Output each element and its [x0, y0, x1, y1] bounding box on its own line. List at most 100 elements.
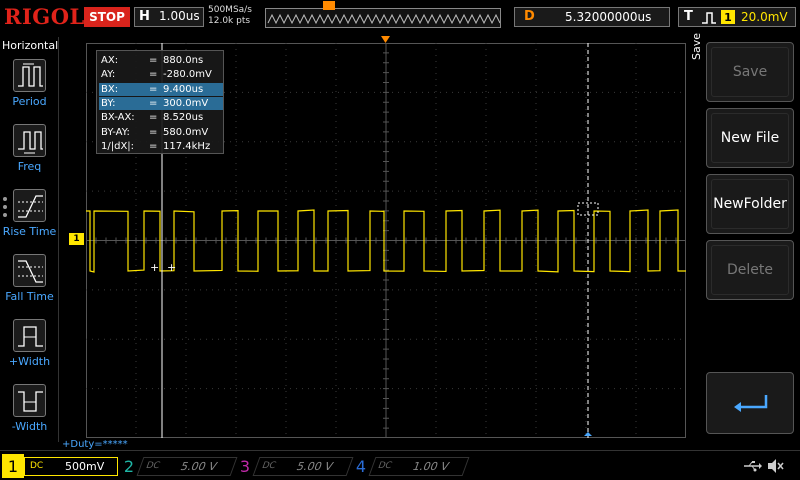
channel-coupling: DC: [144, 461, 161, 471]
channel-coupling: DC: [260, 461, 277, 471]
delay-value: 5.32000000us: [565, 10, 651, 24]
cursor-name: BX-AX:: [101, 111, 135, 124]
cursor-equals: =: [149, 140, 157, 153]
neg-width-icon: [13, 384, 46, 417]
measure-period-button[interactable]: Period: [0, 59, 59, 119]
channel-settings: DC 500mV: [24, 457, 118, 476]
menu-title: Save: [690, 33, 703, 60]
cursor-a-cross: +: [167, 261, 176, 274]
memory-waveform: [266, 9, 501, 28]
cursor-row: AX: = 880.0ns: [99, 54, 223, 67]
channel-settings: DC 5.00 V: [137, 457, 238, 476]
speaker-muted-icon[interactable]: [766, 458, 784, 474]
measure-neg-width-button[interactable]: -Width: [0, 384, 59, 444]
rigol-logo: RIGOL: [4, 4, 85, 29]
channel-scale: 1.00 V: [411, 460, 451, 473]
cursor-value: 117.4kHz: [163, 140, 210, 153]
enter-button[interactable]: [706, 372, 794, 434]
run-stop-indicator[interactable]: STOP: [84, 7, 130, 27]
channel-settings: DC 1.00 V: [369, 457, 470, 476]
save-button[interactable]: Save: [706, 42, 794, 102]
cursor-equals: =: [149, 83, 157, 96]
cursor-row: 1/|dX|: = 117.4kHz: [99, 140, 223, 153]
channel-1-selector[interactable]: 1 DC 500mV: [2, 454, 118, 478]
measure-freq-button[interactable]: Freq: [0, 124, 59, 184]
trigger-time-marker: [381, 36, 390, 43]
cursor-b-marker: [584, 432, 592, 436]
timebase-box[interactable]: H 1.00us: [134, 7, 204, 27]
horizontal-letter: H: [139, 9, 150, 24]
channel-3-selector[interactable]: 3 DC 5.00 V: [234, 454, 350, 478]
cursor-equals: =: [149, 54, 157, 67]
cursor-equals: =: [149, 126, 157, 139]
freq-label: Freq: [0, 160, 59, 173]
new-folder-button[interactable]: NewFolder: [706, 174, 794, 234]
trigger-level: 20.0mV: [741, 10, 788, 24]
cursor-value: 300.0mV: [163, 97, 208, 110]
channel-scale: 5.00 V: [179, 460, 219, 473]
neg-width-label: -Width: [0, 420, 59, 433]
status-bar: RIGOL STOP H 1.00us 500MSa/s 12.0k pts D…: [0, 0, 800, 37]
rise-time-label: Rise Time: [0, 225, 59, 238]
measure-fall-time-button[interactable]: Fall Time: [0, 254, 59, 314]
delay-letter: D: [524, 9, 535, 24]
cursor-name: AX:: [101, 54, 118, 67]
fall-time-icon: [13, 254, 46, 287]
channel-settings: DC 5.00 V: [253, 457, 354, 476]
measure-menu: Horizontal Period Freq Rise Time Fall Ti…: [0, 37, 59, 442]
new-file-button[interactable]: New File: [706, 108, 794, 168]
cursor-row: BX: = 9.400us: [99, 83, 223, 96]
cursor-row: BX-AX: = 8.520us: [99, 111, 223, 124]
cursor-a-cross: +: [150, 261, 159, 274]
duty-measurement: +Duty=*****: [62, 439, 128, 450]
cursor-name: AY:: [101, 68, 115, 81]
cursor-name: BX:: [101, 83, 118, 96]
cursor-equals: =: [149, 68, 157, 81]
measure-rise-time-button[interactable]: Rise Time: [0, 189, 59, 249]
timebase-value: 1.00us: [159, 9, 200, 23]
enter-icon: [732, 393, 772, 415]
cursor-row: BY-AY: = 580.0mV: [99, 126, 223, 139]
cursor-row: AY: = -280.0mV: [99, 68, 223, 81]
delete-button[interactable]: Delete: [706, 240, 794, 300]
usb-icon: [742, 459, 762, 473]
cursor-name: BY:: [101, 97, 115, 110]
trigger-letter: T: [684, 9, 693, 24]
cursor-name: 1/|dX|:: [101, 140, 134, 153]
freq-icon: [13, 124, 46, 157]
ch1-offset-marker[interactable]: 1: [69, 233, 84, 245]
channel-scale: 500mV: [65, 460, 104, 473]
rising-edge-icon: [701, 11, 717, 25]
delay-box[interactable]: D 5.32000000us: [514, 7, 670, 27]
cursor-value: 8.520us: [163, 111, 203, 124]
cursor-value: -280.0mV: [163, 68, 212, 81]
cursor-equals: =: [149, 111, 157, 124]
memory-overview-bar: [265, 8, 501, 28]
channel-2-selector[interactable]: 2 DC 5.00 V: [118, 454, 234, 478]
channel-scale: 5.00 V: [295, 460, 335, 473]
fall-time-label: Fall Time: [0, 290, 59, 303]
measure-pos-width-button[interactable]: +Width: [0, 319, 59, 379]
trigger-source: 1: [721, 10, 735, 24]
cursor-readout-table: AX: = 880.0ns AY: = -280.0mV BX: = 9.400us BY: = 30…: [96, 50, 224, 154]
period-icon: [13, 59, 46, 92]
channel-4-selector[interactable]: 4 DC 1.00 V: [350, 454, 466, 478]
memory-depth: 12.0k pts: [208, 16, 252, 27]
pos-width-label: +Width: [0, 355, 59, 368]
period-label: Period: [0, 95, 59, 108]
trigger-position-marker: [323, 1, 335, 10]
cursor-value: 9.400us: [163, 83, 203, 96]
channel-coupling: DC: [376, 461, 393, 471]
menu-title: Horizontal: [2, 39, 58, 52]
cursor-value: 880.0ns: [163, 54, 203, 67]
sample-rate: 500MSa/s: [208, 5, 252, 16]
trigger-box[interactable]: T 1 20.0mV: [678, 7, 796, 27]
cursor-value: 580.0mV: [163, 126, 208, 139]
channel-coupling: DC: [30, 461, 43, 471]
acquisition-info: 500MSa/s 12.0k pts: [208, 5, 252, 27]
pos-width-icon: [13, 319, 46, 352]
channel-number: 1: [2, 454, 24, 478]
cursor-name: BY-AY:: [101, 126, 130, 139]
cursor-row: BY: = 300.0mV: [99, 97, 223, 110]
rise-time-icon: [13, 189, 46, 222]
